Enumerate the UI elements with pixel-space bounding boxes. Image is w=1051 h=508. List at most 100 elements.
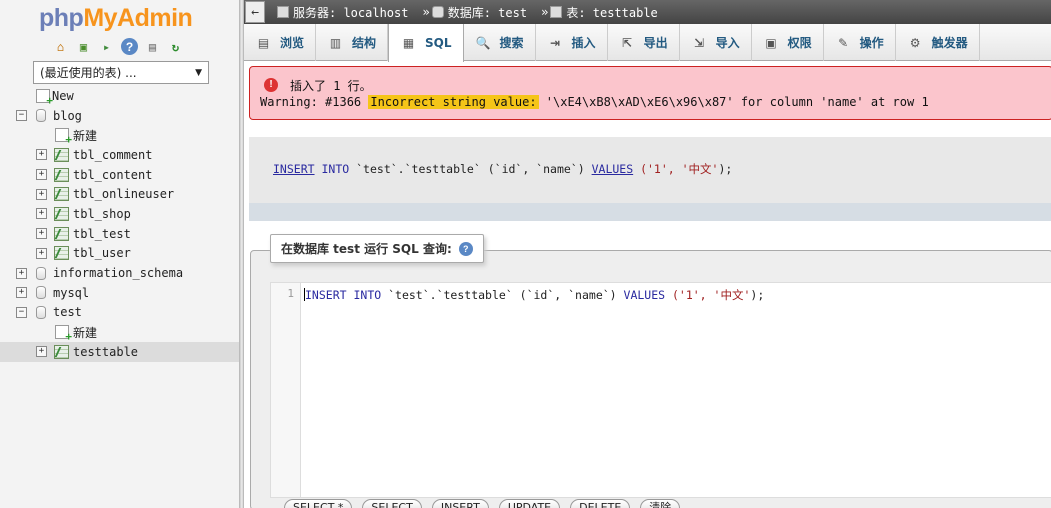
server-icon xyxy=(277,6,289,18)
tab-operations[interactable]: ✎ 操作 xyxy=(824,24,896,61)
tree-item-label: tbl_shop xyxy=(73,206,131,221)
tree-item-label: 新建 xyxy=(73,128,98,143)
table-tabs: ▤ 浏览 ▥ 结构 ▦ SQL 🔍 搜索 ⇥ 插入 ⇱ 导出 ⇲ 导入 ▣ 权限 ✎ 操作 ⚙ 触发器 xyxy=(244,24,1051,62)
sql-db-name: `test` xyxy=(356,162,398,176)
warning-highlight: Incorrect string value: xyxy=(368,95,539,109)
reload-icon[interactable]: ↻ xyxy=(167,38,184,55)
navigation-panel: phpMyAdmin ⌂ ▣ ▸ ? ▤ ↻ (最近使用的表) ... ▼ Ne… xyxy=(0,0,240,508)
tree-table-tbl_comment[interactable]: + tbl_comment xyxy=(0,145,239,165)
exit-icon[interactable]: ▣ xyxy=(75,38,92,55)
table-icon xyxy=(54,187,69,202)
expand-icon[interactable]: + xyxy=(16,287,27,299)
sql-keyword-values[interactable]: VALUES xyxy=(592,162,634,176)
editor-keyword-insert: INSERT xyxy=(305,288,347,302)
tree-item-label: information_schema xyxy=(53,266,184,281)
error-message: ! 插入了 1 行。 Warning: #1366 Incorrect stri… xyxy=(249,66,1051,120)
help-icon[interactable]: ? xyxy=(458,241,473,256)
tree-table-tbl_content[interactable]: + tbl_content xyxy=(0,165,239,185)
tree-item-label: tbl_test xyxy=(73,226,131,241)
table-icon xyxy=(54,206,69,221)
tab-privileges[interactable]: ▣ 权限 xyxy=(752,24,824,61)
query-buttons: SELECT * SELECT INSERT UPDATE DELETE 清除 xyxy=(284,499,681,508)
editor-code-close: ); xyxy=(750,288,765,302)
collapse-icon[interactable]: − xyxy=(16,306,27,318)
tree-new-item[interactable]: New xyxy=(0,86,239,107)
breadcrumb-table[interactable]: 表: testtable xyxy=(550,4,658,21)
query-template-button[interactable]: 清除 xyxy=(640,499,681,508)
help-icon[interactable]: ? xyxy=(121,38,138,55)
query-template-button[interactable]: DELETE xyxy=(570,499,631,508)
tab-export[interactable]: ⇱ 导出 xyxy=(608,24,680,61)
breadcrumb-database[interactable]: 数据库: test xyxy=(431,4,527,21)
tree-database-blog[interactable]: − blog xyxy=(0,106,239,126)
tree-table-tbl_user[interactable]: + tbl_user xyxy=(0,244,239,264)
phpmyadmin-logo[interactable]: phpMyAdmin xyxy=(39,4,193,33)
nav-resize-handle[interactable] xyxy=(240,0,244,508)
tree-table-tbl_shop[interactable]: + tbl_shop xyxy=(0,204,239,224)
tab-browse[interactable]: ▤ 浏览 xyxy=(244,24,317,61)
expand-icon[interactable]: + xyxy=(36,247,47,259)
operations-icon: ✎ xyxy=(838,35,849,50)
tree-item-label: test xyxy=(53,305,82,320)
expand-icon[interactable]: + xyxy=(36,346,47,358)
table-icon xyxy=(54,167,69,182)
sql-keyword-insert[interactable]: INSERT xyxy=(273,162,315,176)
tree-new-item[interactable]: 新建 xyxy=(0,322,239,343)
table-icon xyxy=(54,344,69,359)
tree-database-mysql[interactable]: + mysql xyxy=(0,283,239,303)
tree-item-label: blog xyxy=(53,108,82,123)
expand-icon[interactable]: + xyxy=(36,228,47,240)
breadcrumb-separator: » xyxy=(541,5,549,19)
docs-icon[interactable]: ▤ xyxy=(144,38,161,55)
collapse-nav-button[interactable]: ← xyxy=(245,1,265,23)
tree-new-item[interactable]: 新建 xyxy=(0,125,239,146)
database-icon xyxy=(36,109,46,123)
query-template-button[interactable]: SELECT * xyxy=(284,499,353,508)
logo-myadmin-text: MyAdmin xyxy=(83,4,193,32)
query-template-button[interactable]: UPDATE xyxy=(498,499,561,508)
expand-icon[interactable]: + xyxy=(36,188,47,200)
home-icon[interactable]: ⌂ xyxy=(52,38,69,55)
tree-database-information_schema[interactable]: + information_schema xyxy=(0,263,239,283)
table-icon xyxy=(54,226,69,241)
tab-search[interactable]: 🔍 搜索 xyxy=(464,24,536,61)
tab-triggers[interactable]: ⚙ 触发器 xyxy=(896,24,980,61)
sql-query-icon[interactable]: ▸ xyxy=(98,38,115,55)
database-icon xyxy=(36,286,46,300)
tree-database-test[interactable]: − test xyxy=(0,303,239,323)
sql-dot: . xyxy=(397,162,405,176)
breadcrumb-server[interactable]: 服务器: localhost xyxy=(277,4,408,21)
sql-table-name: `testtable` xyxy=(404,162,481,176)
query-template-button[interactable]: SELECT xyxy=(362,499,422,508)
recent-tables-select[interactable]: (最近使用的表) ... ▼ xyxy=(33,61,209,84)
tab-sql[interactable]: ▦ SQL xyxy=(388,24,464,62)
tab-label: 浏览 xyxy=(280,36,305,50)
expand-icon[interactable]: + xyxy=(36,169,47,181)
query-template-button[interactable]: INSERT xyxy=(431,499,489,508)
editor-code[interactable]: INSERT INTO `test`.`testtable` (`id`, `n… xyxy=(304,287,764,303)
tree-table-tbl_test[interactable]: + tbl_test xyxy=(0,224,239,244)
warning-text: Warning: #1366 Incorrect string value: '… xyxy=(260,95,929,109)
new-icon xyxy=(55,325,72,343)
table-icon xyxy=(54,246,69,261)
tab-label: 导出 xyxy=(643,36,668,50)
sql-query-editor[interactable]: 1 INSERT INTO `test`.`testtable` (`id`, … xyxy=(270,282,1051,498)
tab-insert[interactable]: ⇥ 插入 xyxy=(536,24,608,61)
sql-toolbar xyxy=(249,203,1051,221)
editor-code-target: `test`.`testtable` (`id`, `name`) xyxy=(381,288,624,302)
database-icon xyxy=(431,6,444,18)
expand-icon[interactable]: + xyxy=(16,267,27,279)
browse-icon: ▤ xyxy=(257,35,270,50)
expand-icon[interactable]: + xyxy=(36,149,47,161)
tab-structure[interactable]: ▥ 结构 xyxy=(316,24,389,61)
new-icon xyxy=(55,128,72,146)
table-icon xyxy=(550,6,563,18)
collapse-icon[interactable]: − xyxy=(16,110,27,122)
expand-icon[interactable]: + xyxy=(36,208,47,220)
tree-table-testtable[interactable]: + testtable xyxy=(0,341,239,362)
executed-sql-box: INSERT INTO `test`.`testtable` (`id`, `n… xyxy=(249,137,1051,203)
breadcrumb: ← 服务器: localhost » 数据库: test » 表: testta… xyxy=(244,0,1051,24)
sql-icon: ▦ xyxy=(402,36,415,50)
tab-import[interactable]: ⇲ 导入 xyxy=(680,24,752,61)
tree-table-tbl_onlineuser[interactable]: + tbl_onlineuser xyxy=(0,184,239,204)
